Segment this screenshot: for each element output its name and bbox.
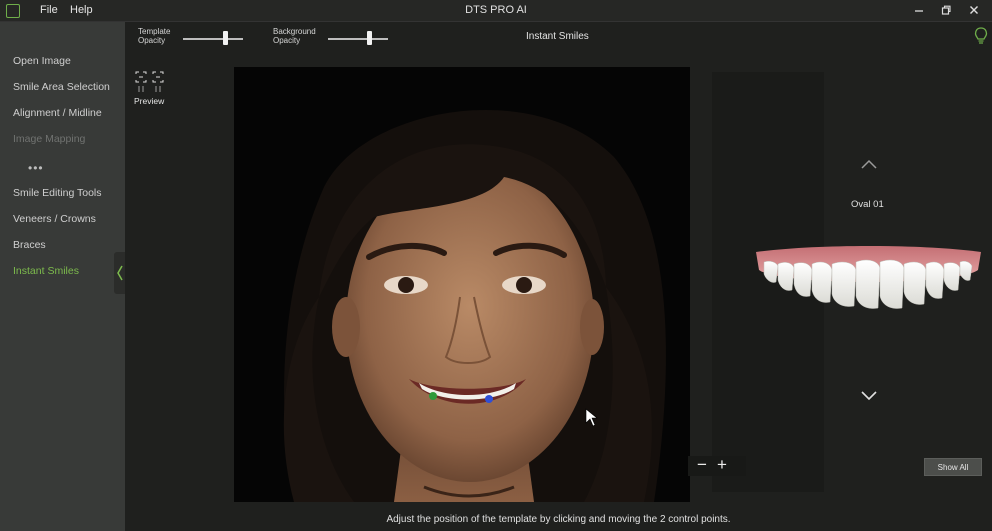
chevron-up-icon[interactable] — [860, 158, 878, 170]
background-opacity-thumb[interactable] — [367, 31, 372, 45]
zoom-in-button[interactable]: + — [714, 455, 730, 475]
window-title: DTS PRO AI — [465, 4, 527, 16]
close-icon[interactable] — [965, 2, 983, 20]
sidebar-collapse-button[interactable] — [114, 252, 125, 294]
menu-help[interactable]: Help — [70, 4, 93, 16]
preview-icon — [135, 71, 164, 92]
control-point-left[interactable] — [429, 392, 437, 400]
app-logo-icon — [6, 4, 20, 18]
sidebar-item-veneers-crowns[interactable]: Veneers / Crowns — [13, 213, 96, 225]
lightbulb-icon[interactable] — [974, 27, 988, 45]
sidebar-item-image-mapping: Image Mapping — [13, 133, 86, 145]
more-dots-icon[interactable]: ••• — [28, 161, 44, 175]
sidebar-item-open-image[interactable]: Open Image — [13, 55, 71, 67]
control-point-right[interactable] — [485, 395, 493, 403]
patient-photo-canvas[interactable] — [234, 67, 690, 502]
sidebar-item-alignment-midline[interactable]: Alignment / Midline — [13, 107, 102, 119]
sidebar-item-smile-area-selection[interactable]: Smile Area Selection — [13, 81, 110, 93]
chevron-down-icon[interactable] — [860, 389, 878, 401]
chevron-left-icon — [117, 265, 123, 281]
template-opacity-label: Template Opacity — [138, 27, 171, 45]
preview-label: Preview — [134, 96, 165, 106]
background-opacity-label: Background Opacity — [273, 27, 316, 45]
title-bar: File Help DTS PRO AI — [0, 0, 992, 22]
panel-title: Instant Smiles — [526, 31, 589, 42]
zoom-controls: − + — [688, 455, 746, 476]
status-instruction: Adjust the position of the template by c… — [386, 514, 731, 525]
sidebar-item-instant-smiles[interactable]: Instant Smiles — [13, 265, 79, 277]
sidebar-item-braces[interactable]: Braces — [13, 239, 46, 251]
sidebar: Open Image Smile Area Selection Alignmen… — [0, 22, 125, 531]
zoom-out-button[interactable]: − — [694, 455, 710, 475]
minimize-icon[interactable] — [910, 2, 928, 20]
patient-face-image — [234, 67, 690, 502]
smile-template-preview[interactable] — [756, 246, 981, 312]
background-opacity-slider[interactable] — [328, 38, 388, 40]
menu-file[interactable]: File — [40, 4, 58, 16]
template-opacity-slider[interactable] — [183, 38, 243, 40]
sidebar-item-smile-editing-tools[interactable]: Smile Editing Tools — [13, 187, 102, 199]
template-name: Oval 01 — [851, 199, 884, 210]
template-opacity-thumb[interactable] — [223, 31, 228, 45]
restore-icon[interactable] — [937, 2, 955, 20]
show-all-button[interactable]: Show All — [924, 458, 982, 476]
preview-toggle[interactable]: Preview — [133, 70, 169, 110]
